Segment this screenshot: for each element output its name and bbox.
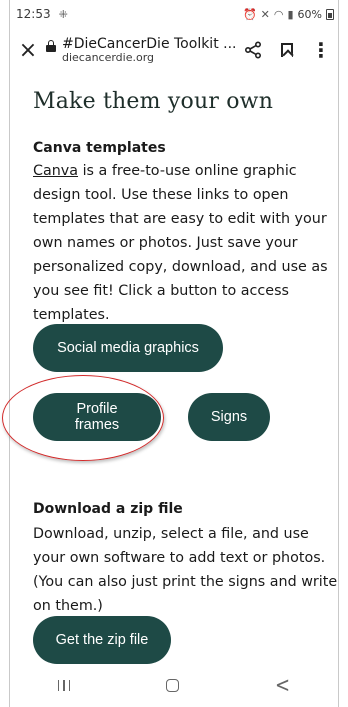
bookmark-icon[interactable] (270, 28, 304, 72)
activity-icon: ⁜ (58, 7, 68, 21)
mute-icon: ✕ (260, 7, 270, 21)
page-content: Make them your own Canva templates Canva… (2, 72, 338, 664)
signs-button[interactable]: Signs (188, 393, 270, 441)
wifi-icon: ◠ (273, 7, 284, 21)
zip-heading: Download a zip file (33, 501, 183, 517)
status-time: 12:53 (16, 7, 51, 21)
page-domain: diecancerdie.org (61, 50, 155, 64)
profile-frames-button[interactable]: Profile frames (33, 393, 161, 441)
battery-percent: 60% (297, 7, 322, 21)
canva-link[interactable]: Canva (33, 163, 78, 179)
page-title: #DieCancerDie Toolkit ... (61, 35, 236, 52)
status-bar: 12:53 ⁜ ⏰ ✕ ◠ ▮ 60% (10, 0, 338, 28)
social-media-graphics-button[interactable]: Social media graphics (33, 324, 223, 372)
url-bar[interactable]: #DieCancerDie Toolkit ... diecancerdie.o… (46, 36, 236, 65)
battery-icon (326, 8, 334, 20)
canva-heading: Canva templates (33, 140, 166, 156)
home-icon[interactable] (166, 679, 180, 692)
more-options-icon[interactable]: ⋮ (304, 28, 338, 72)
get-zip-file-button[interactable]: Get the zip file (33, 616, 171, 664)
zip-description: Download, unzip, select a file, and use … (33, 526, 338, 614)
canva-body: is a free-to-use online graphic design t… (33, 163, 328, 323)
browser-toolbar: × #DieCancerDie Toolkit ... diecancerdie… (10, 28, 338, 72)
close-icon[interactable]: × (10, 28, 46, 72)
section-heading: Make them your own (33, 89, 274, 114)
system-nav-bar: < (10, 664, 338, 707)
back-icon[interactable]: < (275, 673, 290, 698)
share-icon[interactable] (236, 28, 270, 72)
alarm-icon: ⏰ (242, 7, 257, 21)
signal-icon: ▮ (287, 7, 294, 21)
recents-icon[interactable] (57, 680, 71, 691)
lock-icon (46, 39, 56, 52)
canva-description: Canva is a free-to-use online graphic de… (33, 159, 328, 327)
